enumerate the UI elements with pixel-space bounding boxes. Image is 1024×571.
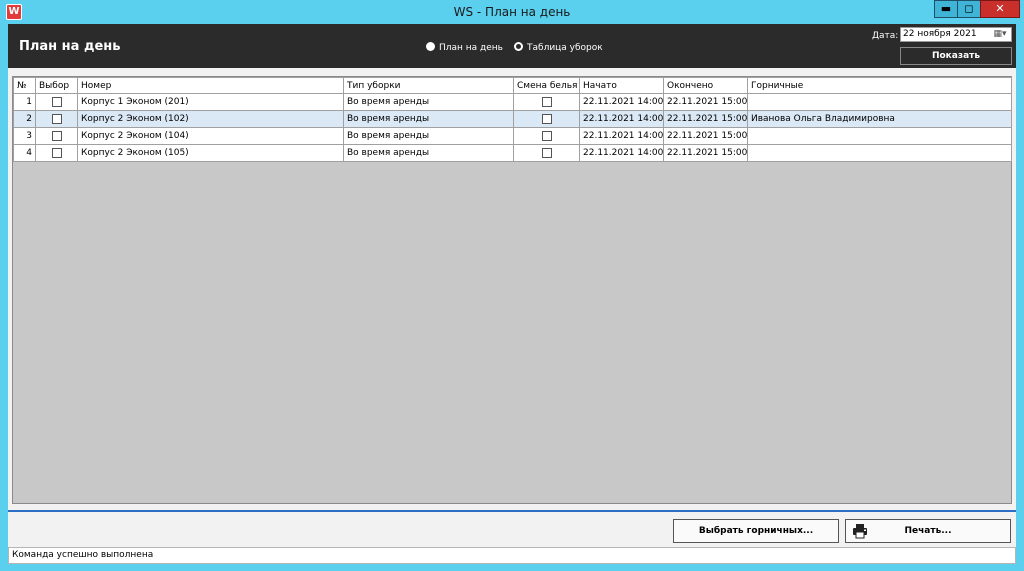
- col-header-select[interactable]: Выбор: [35, 77, 78, 94]
- radio-cleaning-table-label: Таблица уборок: [527, 43, 603, 53]
- cell-end: 22.11.2021 15:00: [663, 93, 748, 111]
- cell-start: 22.11.2021 14:00: [579, 93, 664, 111]
- calendar-icon[interactable]: ▦▾: [990, 29, 1010, 40]
- cell-maids: [747, 93, 1012, 111]
- linen-checkbox[interactable]: [541, 96, 552, 107]
- printer-icon: [853, 524, 867, 539]
- col-header-room[interactable]: Номер: [77, 77, 344, 94]
- select-maids-button[interactable]: Выбрать горничных...: [673, 519, 839, 543]
- maximize-button[interactable]: ◻: [957, 0, 981, 18]
- show-button[interactable]: Показать: [900, 47, 1012, 65]
- cell-select: [35, 93, 78, 111]
- cleaning-table: № Выбор Номер Тип уборки Смена белья Нач…: [13, 77, 1012, 162]
- status-bar: Команда успешно выполнена: [8, 547, 1016, 564]
- cell-type: Во время аренды: [343, 93, 514, 111]
- cell-start: 22.11.2021 14:00: [579, 110, 664, 128]
- cell-end: 22.11.2021 15:00: [663, 127, 748, 145]
- cleaning-grid[interactable]: № Выбор Номер Тип уборки Смена белья Нач…: [12, 76, 1012, 504]
- cell-start: 22.11.2021 14:00: [579, 144, 664, 162]
- status-text: Команда успешно выполнена: [12, 550, 154, 560]
- cell-num: 3: [13, 127, 36, 145]
- cell-select: [35, 110, 78, 128]
- radio-cleaning-table[interactable]: Таблица уборок: [514, 42, 603, 53]
- cell-type: Во время аренды: [343, 127, 514, 145]
- linen-checkbox[interactable]: [541, 147, 552, 158]
- cell-end: 22.11.2021 15:00: [663, 110, 748, 128]
- cell-maids: Иванова Ольга Владимировна: [747, 110, 1012, 128]
- title-bar: W WS - План на день ▬ ◻ ✕: [0, 0, 1024, 24]
- cell-type: Во время аренды: [343, 110, 514, 128]
- print-button[interactable]: Печать...: [845, 519, 1011, 543]
- header-panel: План на день План на день Таблица уборок…: [8, 24, 1016, 68]
- cell-linen: [513, 93, 580, 111]
- close-button[interactable]: ✕: [980, 0, 1020, 18]
- cell-maids: [747, 127, 1012, 145]
- cell-select: [35, 127, 78, 145]
- cell-num: 2: [13, 110, 36, 128]
- cell-linen: [513, 127, 580, 145]
- table-row[interactable]: 3 Корпус 2 Эконом (104) Во время аренды …: [13, 127, 1012, 145]
- cell-linen: [513, 144, 580, 162]
- radio-plan-day[interactable]: План на день: [426, 42, 503, 53]
- date-picker[interactable]: 22 ноября 2021 ▦▾: [900, 27, 1012, 42]
- select-checkbox[interactable]: [51, 130, 62, 141]
- select-checkbox[interactable]: [51, 96, 62, 107]
- date-label: Дата:: [872, 31, 899, 41]
- print-button-label: Печать...: [904, 526, 952, 536]
- cell-maids: [747, 144, 1012, 162]
- linen-checkbox[interactable]: [541, 113, 552, 124]
- cell-room: Корпус 2 Эконом (102): [77, 110, 344, 128]
- col-header-type[interactable]: Тип уборки: [343, 77, 514, 94]
- minimize-button[interactable]: ▬: [934, 0, 958, 18]
- table-header-row: № Выбор Номер Тип уборки Смена белья Нач…: [13, 77, 1012, 94]
- footer-panel: Выбрать горничных... Печать...: [8, 510, 1016, 547]
- main-panel: № Выбор Номер Тип уборки Смена белья Нач…: [8, 68, 1016, 510]
- select-checkbox[interactable]: [51, 147, 62, 158]
- table-row[interactable]: 1 Корпус 1 Эконом (201) Во время аренды …: [13, 93, 1012, 111]
- cell-num: 1: [13, 93, 36, 111]
- cell-end: 22.11.2021 15:00: [663, 144, 748, 162]
- col-header-start[interactable]: Начато: [579, 77, 664, 94]
- select-checkbox[interactable]: [51, 113, 62, 124]
- cell-start: 22.11.2021 14:00: [579, 127, 664, 145]
- radio-plan-day-label: План на день: [439, 43, 503, 53]
- cell-type: Во время аренды: [343, 144, 514, 162]
- cell-num: 4: [13, 144, 36, 162]
- cell-room: Корпус 2 Эконом (104): [77, 127, 344, 145]
- table-row[interactable]: 2 Корпус 2 Эконом (102) Во время аренды …: [13, 110, 1012, 128]
- table-row[interactable]: 4 Корпус 2 Эконом (105) Во время аренды …: [13, 144, 1012, 162]
- col-header-num[interactable]: №: [13, 77, 36, 94]
- radio-plan-day-indicator[interactable]: [426, 42, 435, 51]
- col-header-maids[interactable]: Горничные: [747, 77, 1012, 94]
- linen-checkbox[interactable]: [541, 130, 552, 141]
- window-title: WS - План на день: [453, 5, 571, 19]
- page-title: План на день: [19, 39, 121, 54]
- col-header-end[interactable]: Окончено: [663, 77, 748, 94]
- cell-room: Корпус 1 Эконом (201): [77, 93, 344, 111]
- cell-linen: [513, 110, 580, 128]
- date-value: 22 ноября 2021: [903, 29, 977, 39]
- radio-cleaning-table-indicator[interactable]: [514, 42, 523, 51]
- cell-select: [35, 144, 78, 162]
- cell-room: Корпус 2 Эконом (105): [77, 144, 344, 162]
- col-header-linen[interactable]: Смена белья: [513, 77, 580, 94]
